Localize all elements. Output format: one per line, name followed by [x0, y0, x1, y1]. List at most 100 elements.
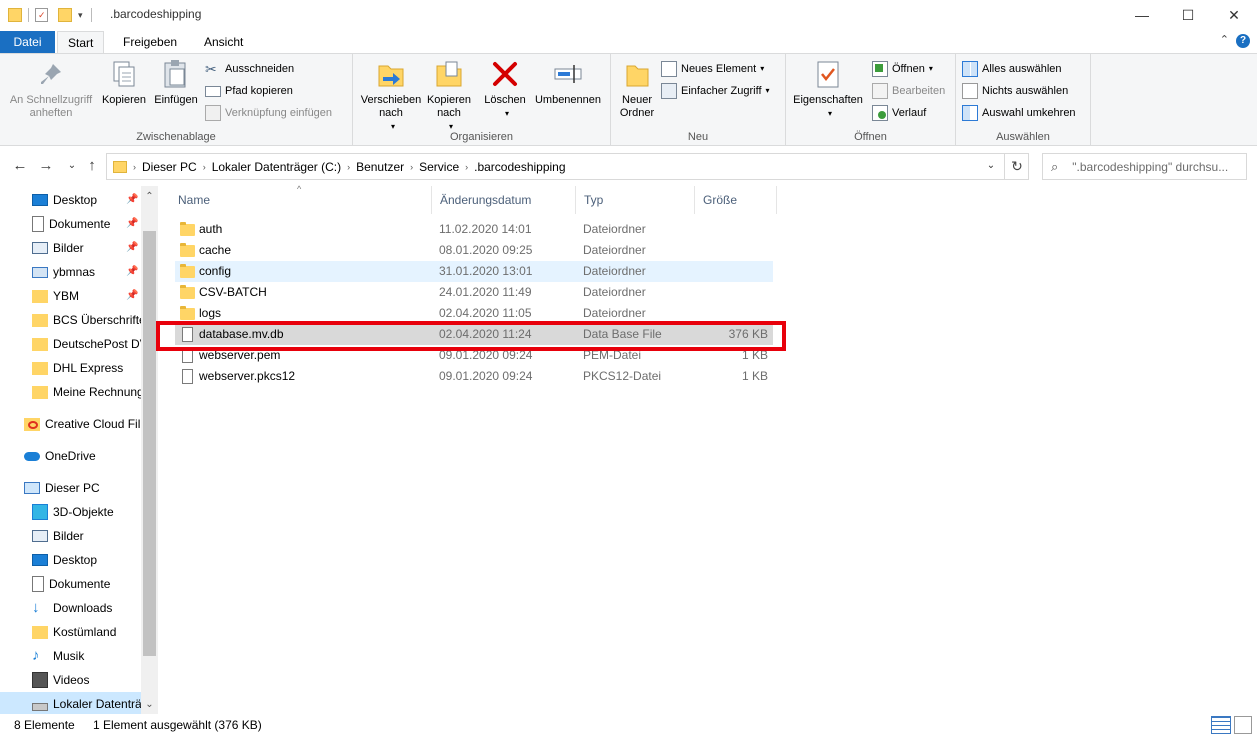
sidebar-item-music[interactable]: ♪ Musik: [0, 644, 141, 668]
column-header-type[interactable]: Typ: [576, 186, 695, 214]
search-input[interactable]: ⌕ ".barcodeshipping" durchsu...: [1042, 153, 1247, 180]
pin-icon: 📌: [126, 266, 139, 277]
breadcrumb-this-pc[interactable]: Dieser PC: [142, 160, 197, 174]
sidebar-item-local-disk[interactable]: Lokaler Datenträ: [0, 692, 141, 714]
file-date: 24.01.2020 11:49: [439, 285, 532, 299]
scroll-up-icon[interactable]: ⌃: [141, 188, 158, 205]
delete-button[interactable]: Löschen ▾: [482, 58, 528, 120]
copy-path-button[interactable]: Pfad kopieren: [205, 81, 293, 101]
sidebar-item-pictures-pc[interactable]: Bilder: [0, 524, 141, 548]
edit-button[interactable]: Bearbeiten: [872, 81, 945, 101]
breadcrumb-users[interactable]: Benutzer: [356, 160, 404, 174]
file-icon: [182, 369, 193, 384]
sidebar-item-documents-pc[interactable]: Dokumente: [0, 572, 141, 596]
sidebar-item-desktop-pc[interactable]: Desktop: [0, 548, 141, 572]
tab-share[interactable]: Freigeben: [113, 31, 187, 53]
paste-button[interactable]: Einfügen: [151, 58, 201, 107]
history-label: Verlauf: [892, 107, 927, 119]
details-view-icon[interactable]: [1211, 716, 1231, 734]
sidebar-item-creative-cloud[interactable]: Creative Cloud Fil: [0, 412, 141, 436]
pictures-icon: [32, 242, 48, 254]
column-header-name[interactable]: Name: [170, 186, 432, 214]
paste-shortcut-button[interactable]: Verknüpfung einfügen: [205, 103, 332, 123]
copy-to-button[interactable]: Kopieren nach ▾: [424, 58, 474, 133]
sidebar-item-desktop[interactable]: Desktop 📌: [0, 188, 141, 212]
delete-icon: [489, 58, 521, 90]
address-bar[interactable]: › Dieser PC › Lokaler Datenträger (C:) ›…: [106, 153, 1029, 180]
file-date: 11.02.2020 14:01: [439, 222, 532, 236]
sidebar-item-dhl-express[interactable]: DHL Express: [0, 356, 141, 380]
rename-button[interactable]: Umbenennen: [531, 58, 605, 107]
large-icons-view-icon[interactable]: [1234, 716, 1252, 734]
edit-icon: [872, 83, 888, 99]
file-row-auth[interactable]: auth 11.02.2020 14:01 Dateiordner: [175, 219, 773, 240]
invert-selection-icon: [962, 105, 978, 121]
pin-to-quick-access-button[interactable]: An Schnellzugriff anheften: [4, 58, 98, 120]
copy-button[interactable]: Kopieren: [99, 58, 149, 107]
select-group: Alles auswählen Nichts auswählen Auswahl…: [956, 54, 1091, 146]
column-header-size[interactable]: Größe: [695, 186, 777, 214]
scroll-down-icon[interactable]: ⌄: [141, 696, 158, 713]
move-to-button[interactable]: Verschieben nach ▾: [357, 58, 425, 133]
back-button[interactable]: ←: [10, 155, 30, 177]
invert-selection-button[interactable]: Auswahl umkehren: [962, 103, 1076, 123]
breadcrumb-service[interactable]: Service: [419, 160, 459, 174]
column-header-date[interactable]: Änderungsdatum: [432, 186, 576, 214]
history-button[interactable]: Verlauf: [872, 103, 926, 123]
move-to-label: Verschieben nach: [360, 94, 422, 119]
maximize-button[interactable]: ☐: [1165, 0, 1211, 30]
new-folder-icon[interactable]: [58, 8, 72, 22]
customize-quick-access-icon[interactable]: ▾: [78, 10, 83, 21]
open-button[interactable]: Öffnen ▾: [872, 59, 933, 79]
new-item-button[interactable]: Neues Element ▾: [661, 59, 764, 79]
rename-label: Umbenennen: [534, 94, 602, 106]
sidebar-item-videos[interactable]: Videos: [0, 668, 141, 692]
file-row-csv-batch[interactable]: CSV-BATCH 24.01.2020 11:49 Dateiordner: [175, 282, 773, 303]
pin-icon: 📌: [126, 194, 139, 205]
sidebar-scrollbar-thumb[interactable]: [143, 231, 156, 656]
properties-button[interactable]: Eigenschaften ▾: [790, 58, 866, 120]
recent-locations-button[interactable]: ⌄: [62, 155, 82, 177]
sidebar-item-this-pc[interactable]: Dieser PC: [0, 476, 141, 500]
new-folder-button[interactable]: Neuer Ordner: [615, 58, 659, 120]
select-all-button[interactable]: Alles auswählen: [962, 59, 1062, 79]
breadcrumb-barcodeshipping[interactable]: .barcodeshipping: [474, 160, 565, 174]
sidebar-item-downloads[interactable]: ↓ Downloads: [0, 596, 141, 620]
breadcrumb-local-disk[interactable]: Lokaler Datenträger (C:): [212, 160, 341, 174]
tab-file[interactable]: Datei: [0, 31, 55, 53]
close-button[interactable]: ✕: [1211, 0, 1257, 30]
address-dropdown-icon[interactable]: ⌄: [981, 155, 1001, 177]
copy-label: Kopieren: [101, 94, 147, 106]
sidebar-item-documents[interactable]: Dokumente 📌: [0, 212, 141, 236]
file-row-webserver-pkcs12[interactable]: webserver.pkcs12 09.01.2020 09:24 PKCS12…: [175, 366, 773, 387]
forward-button[interactable]: →: [36, 155, 56, 177]
chevron-up-icon[interactable]: ⌃: [1220, 33, 1229, 46]
minimize-button[interactable]: —: [1119, 0, 1165, 30]
sidebar-item-bcs[interactable]: BCS Überschrifte: [0, 308, 141, 332]
sidebar-item-ybmnas[interactable]: ybmnas 📌: [0, 260, 141, 284]
sidebar-item-label: DeutschePost DV: [53, 337, 141, 351]
refresh-icon[interactable]: ↻: [1004, 153, 1029, 180]
tab-start[interactable]: Start: [57, 31, 105, 54]
new-item-label: Neues Element: [681, 63, 757, 75]
easy-access-button[interactable]: Einfacher Zugriff ▾: [661, 81, 770, 101]
file-row-cache[interactable]: cache 08.01.2020 09:25 Dateiordner: [175, 240, 773, 261]
file-row-config[interactable]: config 31.01.2020 13:01 Dateiordner: [175, 261, 773, 282]
sidebar-item-kostuemland[interactable]: Kostümland: [0, 620, 141, 644]
sidebar-item-pictures[interactable]: Bilder 📌: [0, 236, 141, 260]
sidebar-item-onedrive[interactable]: OneDrive: [0, 444, 141, 468]
new-group: Neuer Ordner Neues Element ▾ Einfacher Zu…: [611, 54, 786, 146]
tab-view[interactable]: Ansicht: [194, 31, 253, 53]
select-none-button[interactable]: Nichts auswählen: [962, 81, 1068, 101]
sidebar-item-deutschepost[interactable]: DeutschePost DV: [0, 332, 141, 356]
properties-icon[interactable]: ✓: [35, 8, 48, 22]
up-button[interactable]: ↑: [82, 155, 102, 177]
file-name: webserver.pkcs12: [199, 369, 296, 383]
help-icon[interactable]: ?: [1236, 34, 1250, 48]
file-name: CSV-BATCH: [199, 285, 267, 299]
sidebar-item-3d-objects[interactable]: 3D-Objekte: [0, 500, 141, 524]
sidebar-item-ybm[interactable]: YBM 📌: [0, 284, 141, 308]
sidebar-item-meine-rechnung[interactable]: Meine Rechnung: [0, 380, 141, 404]
ribbon-tabs: Datei Start Freigeben Ansicht: [0, 31, 1257, 54]
cut-button[interactable]: ✂ Ausschneiden: [205, 59, 294, 79]
